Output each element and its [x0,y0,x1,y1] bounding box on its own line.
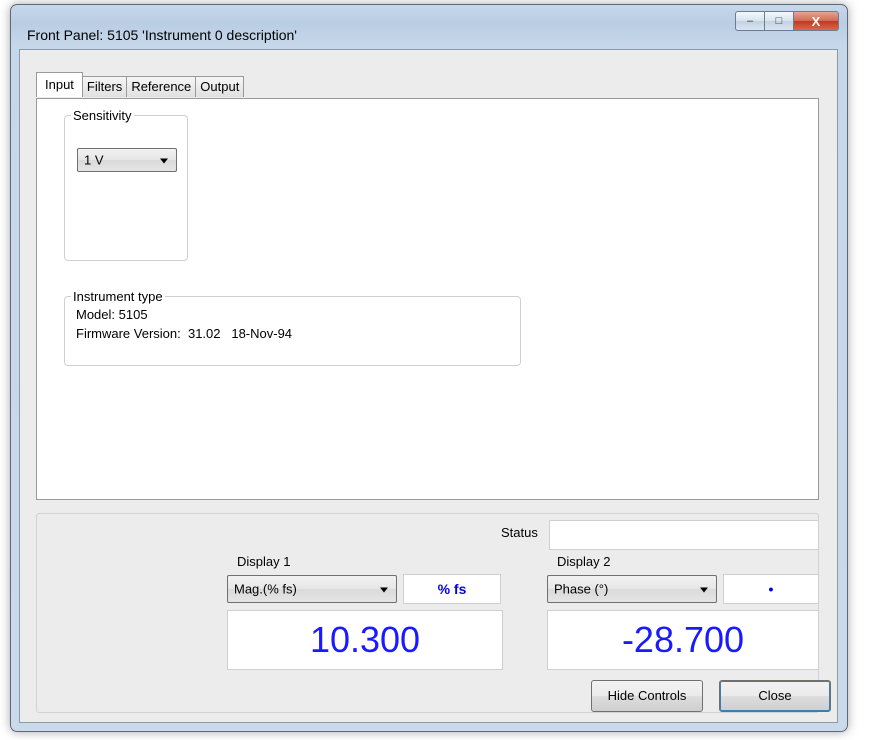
display-1-label: Display 1 [237,554,291,569]
window-title: Front Panel: 5105 'Instrument 0 descript… [27,27,297,43]
display-2-label: Display 2 [557,554,611,569]
display-2-value: -28.700 [547,610,819,670]
instrument-type-group: Instrument type Model: 5105 Firmware Ver… [64,289,521,366]
display-1-value: 10.300 [227,610,503,670]
chevron-down-icon [160,158,168,164]
sensitivity-selected-value: 1 V [84,152,104,168]
sensitivity-select[interactable]: 1 V [77,148,177,172]
display-1-unit: % fs [403,574,501,604]
display-1-selected-value: Mag.(% fs) [234,581,297,597]
instrument-type-legend: Instrument type [71,289,165,304]
tab-filters-label: Filters [86,79,123,94]
tab-filters[interactable]: Filters [81,76,128,97]
display-panel: Status Display 1 Mag.(% fs) % fs 10.300 … [36,513,831,713]
tab-output[interactable]: Output [195,76,245,97]
tab-strip: Input Filters Reference Output [36,72,245,97]
close-window-button[interactable]: X [793,11,839,31]
maximize-icon: □ [775,15,783,27]
chevron-down-icon [380,587,388,593]
tab-reference[interactable]: Reference [126,76,197,97]
display-2-unit: • [723,574,819,604]
tab-input[interactable]: Input [36,72,83,97]
window-controls: – □ X [735,11,839,31]
chevron-down-icon [700,587,708,593]
minimize-button[interactable]: – [735,11,764,31]
sensitivity-group: Sensitivity 1 V [64,108,188,261]
tab-reference-label: Reference [131,79,192,94]
close-button[interactable]: Close [719,680,831,712]
maximize-button[interactable]: □ [764,11,793,31]
front-panel-window: Front Panel: 5105 'Instrument 0 descript… [10,4,848,732]
firmware-version-text: Firmware Version: 31.02 18-Nov-94 [76,326,293,341]
tab-output-label: Output [200,79,240,94]
display-2-select[interactable]: Phase (°) [547,575,717,603]
hide-controls-button[interactable]: Hide Controls [591,680,703,712]
sensitivity-legend: Sensitivity [71,108,134,123]
minimize-icon: – [746,15,754,27]
display-1-select[interactable]: Mag.(% fs) [227,575,397,603]
title-bar[interactable]: Front Panel: 5105 'Instrument 0 descript… [11,5,847,49]
display-2-selected-value: Phase (°) [554,581,609,597]
status-field [549,520,819,550]
input-tab-panel: Sensitivity 1 V Instrument type Model: 5… [36,98,819,500]
client-area: Input Filters Reference Output Sensitivi… [19,49,838,723]
tab-input-label: Input [45,77,74,92]
close-icon: X [811,13,821,29]
model-text: Model: 5105 [76,307,148,322]
status-label: Status [501,525,538,540]
